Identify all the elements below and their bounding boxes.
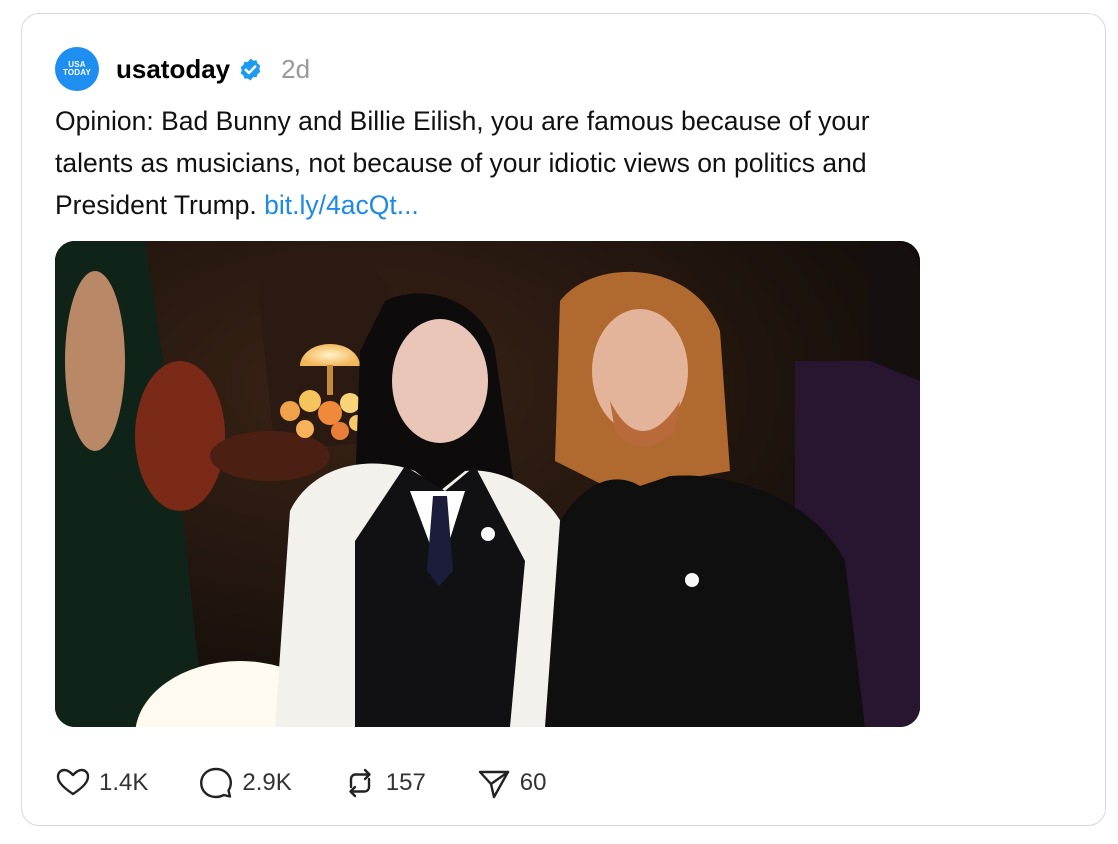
- like-button[interactable]: 1.4K: [55, 765, 148, 801]
- post-header: USA TODAY usatoday 2d: [55, 46, 310, 92]
- share-button[interactable]: 60: [476, 765, 547, 801]
- post-body: Opinion: Bad Bunny and Billie Eilish, yo…: [55, 106, 870, 220]
- heart-icon: [56, 768, 90, 796]
- post-card[interactable]: USA TODAY usatoday 2d Opinion: Bad Bunny…: [21, 13, 1106, 826]
- post-image[interactable]: [55, 241, 920, 727]
- reply-button[interactable]: 2.9K: [198, 765, 292, 801]
- verified-badge-icon: [238, 57, 263, 82]
- post-link[interactable]: bit.ly/4acQt...: [264, 190, 419, 220]
- repost-button[interactable]: 157: [342, 765, 426, 801]
- repost-count: 157: [385, 769, 426, 796]
- reply-count: 2.9K: [242, 769, 292, 796]
- like-count: 1.4K: [99, 769, 149, 796]
- post-text: Opinion: Bad Bunny and Billie Eilish, yo…: [55, 100, 935, 226]
- action-bar: 1.4K 2.9K 157 60: [55, 764, 597, 802]
- avatar[interactable]: USA TODAY: [55, 47, 99, 91]
- person-left-face: [392, 319, 488, 443]
- username[interactable]: usatoday: [116, 54, 230, 85]
- comment-bubble-icon: [200, 767, 233, 799]
- share-count: 60: [519, 769, 547, 796]
- avatar-line2: TODAY: [62, 68, 92, 77]
- send-paper-plane-icon: [478, 770, 509, 799]
- post-timestamp: 2d: [281, 53, 311, 84]
- repost-arrows-icon: [349, 768, 371, 798]
